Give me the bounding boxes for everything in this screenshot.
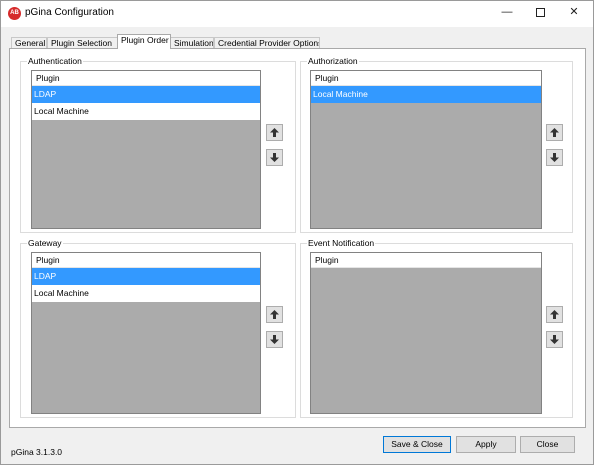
list-column-header[interactable]: Plugin xyxy=(32,253,260,268)
close-window-button[interactable]: ✕ xyxy=(557,1,591,25)
gateway-move-down-button[interactable] xyxy=(266,331,283,348)
authorization-plugin-list[interactable]: Plugin Local Machine xyxy=(310,70,542,229)
version-label: pGina 3.1.3.0 xyxy=(11,447,63,457)
window-title: pGina Configuration xyxy=(25,7,114,18)
maximize-button[interactable] xyxy=(523,1,557,25)
list-item[interactable]: LDAP xyxy=(32,268,260,285)
authorization-group-label: Authorization xyxy=(307,56,359,66)
title-bar[interactable]: AB pGina Configuration — ✕ xyxy=(1,1,593,27)
event-notification-plugin-list[interactable]: Plugin xyxy=(310,252,542,414)
gateway-plugin-list[interactable]: Plugin LDAP Local Machine xyxy=(31,252,261,414)
authentication-move-down-button[interactable] xyxy=(266,149,283,166)
list-item[interactable]: Local Machine xyxy=(311,86,541,103)
authentication-move-up-button[interactable] xyxy=(266,124,283,141)
authorization-move-up-button[interactable] xyxy=(546,124,563,141)
event-notification-group-label: Event Notification xyxy=(307,238,376,248)
list-item[interactable]: Local Machine xyxy=(32,103,260,120)
authentication-group-label: Authentication xyxy=(27,56,83,66)
arrow-up-icon xyxy=(270,310,279,319)
arrow-down-icon xyxy=(270,335,279,344)
arrow-down-icon xyxy=(270,153,279,162)
event-notification-group: Event Notification Plugin xyxy=(300,238,573,418)
list-item[interactable]: LDAP xyxy=(32,86,260,103)
apply-button[interactable]: Apply xyxy=(456,436,516,453)
tab-plugin-order[interactable]: Plugin Order xyxy=(117,34,171,49)
gateway-group: Gateway Plugin LDAP Local Machine xyxy=(20,238,296,418)
list-item[interactable]: Local Machine xyxy=(32,285,260,302)
minimize-button[interactable]: — xyxy=(490,1,524,25)
event-notification-move-down-button[interactable] xyxy=(546,331,563,348)
close-button[interactable]: Close xyxy=(520,436,575,453)
arrow-down-icon xyxy=(550,335,559,344)
gateway-move-up-button[interactable] xyxy=(266,306,283,323)
arrow-down-icon xyxy=(550,153,559,162)
arrow-up-icon xyxy=(550,128,559,137)
gateway-group-label: Gateway xyxy=(27,238,63,248)
authorization-move-down-button[interactable] xyxy=(546,149,563,166)
plugin-order-panel: Authentication Plugin LDAP Local Machine… xyxy=(9,48,586,428)
list-column-header[interactable]: Plugin xyxy=(311,71,541,86)
config-window: AB pGina Configuration — ✕ General Plugi… xyxy=(0,0,594,465)
authentication-plugin-list[interactable]: Plugin LDAP Local Machine xyxy=(31,70,261,229)
list-column-header[interactable]: Plugin xyxy=(311,253,541,268)
pgina-app-icon: AB xyxy=(8,7,21,20)
authentication-group: Authentication Plugin LDAP Local Machine xyxy=(20,56,296,233)
arrow-up-icon xyxy=(550,310,559,319)
save-close-button[interactable]: Save & Close xyxy=(383,436,451,453)
authorization-group: Authorization Plugin Local Machine xyxy=(300,56,573,233)
event-notification-move-up-button[interactable] xyxy=(546,306,563,323)
list-column-header[interactable]: Plugin xyxy=(32,71,260,86)
maximize-icon xyxy=(535,7,545,17)
arrow-up-icon xyxy=(270,128,279,137)
